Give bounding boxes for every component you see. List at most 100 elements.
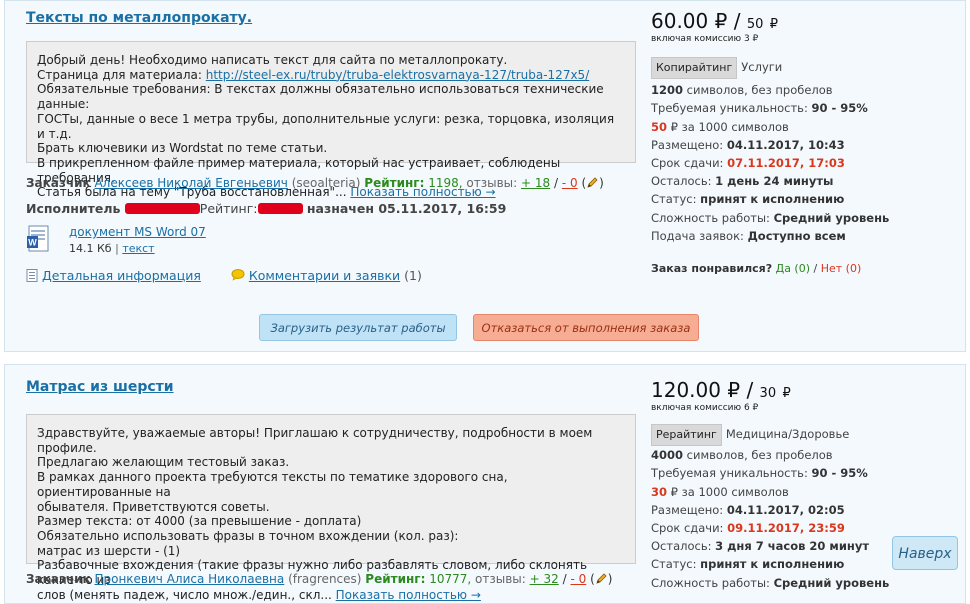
file-size: 14.1 Кб [69,242,112,255]
complexity-label: Сложность работы: [651,210,770,225]
reviews-label: отзывы: [475,572,526,586]
complexity-value: Средний уровень [773,210,890,225]
currency: ₽ [714,9,728,33]
commission: включая комиссию 6 ₽ [651,403,759,413]
remaining-label: Осталось: [651,539,712,554]
desc-line: Обязательно использовать фразы в точном … [37,528,459,543]
placed-value: 04.11.2017, 02:05 [726,502,845,517]
status-value: принят к исполнению [700,192,845,207]
file-text-link[interactable]: текст [122,242,154,255]
category-row: Рерайтинг Медицина/Здоровье [651,424,951,447]
desc-line: слов (менять падеж, число множ./един., с… [37,588,625,603]
price-author: 50 [746,17,764,32]
rating-label: Рейтинг: [365,572,426,586]
rating-value: 1198, [428,176,463,190]
liked-yes-link[interactable]: Да (0) [776,262,810,275]
chars-text: символов, без пробелов [686,448,833,463]
liked-row: Заказ понравился? Да (0) / Нет (0) [651,260,951,278]
pencil-icon[interactable] [595,572,608,585]
currency: ₽ [727,378,741,402]
customer-label: Заказчик [26,572,91,586]
scroll-top-button[interactable]: Наверх [892,536,958,570]
per1000-text: ₽ за 1000 символов [670,484,789,499]
customer-row: Заказчик Алексеев Николай Евгеньевич (se… [26,176,604,190]
remaining-label: Осталось: [651,174,712,189]
desc-line: Предлагаю желающим тестовый заказ. [37,455,290,470]
order-title[interactable]: Матрас из шерсти [26,379,174,395]
comments-link[interactable]: Комментарии и заявки [249,268,400,283]
order-card-2: Матрас из шерсти Здравствуйте, уважаемые… [4,364,966,604]
price-value: 120.00 [651,378,721,402]
order-title[interactable]: Тексты по металлопрокату. [26,10,252,26]
per1000-row: 30 ₽ за 1000 символов [651,483,951,501]
details-link[interactable]: Детальная информация [42,268,201,283]
details-icon [26,269,38,282]
desc-line: В рамках данного проекта требуются текст… [37,470,508,499]
currency: ₽ [782,386,791,401]
customer-login: (fragrences) [288,572,362,586]
upload-result-button[interactable]: Загрузить результат работы [259,314,457,341]
uniqueness-label: Требуемая уникальность: [651,466,808,481]
redacted-name [124,203,200,214]
reviews-positive-link[interactable]: + 32 [530,572,559,586]
desc-line: матрас из шерсти - (1) [37,543,181,558]
reviews-negative-link[interactable]: - 0 [562,176,578,190]
order-card-1: Тексты по металлопрокату. Добрый день! Н… [4,0,966,352]
reviews-separator: / [553,176,559,190]
per1000-row: 50 ₽ за 1000 символов [651,118,951,136]
placed-label: Размещено: [651,502,724,517]
per1000-text: ₽ за 1000 символов [670,119,789,134]
uniqueness-label: Требуемая уникальность: [651,101,808,116]
applications-label: Подача заявок: [651,228,744,243]
reviews-separator: / [562,572,567,586]
comment-bubble-icon [231,269,245,281]
deadline-row: Срок сдачи: 09.11.2017, 23:59 [651,519,951,537]
deadline-value: 09.11.2017, 23:59 [727,520,845,535]
file-name-row: документ MS Word 07 [69,225,206,239]
placed-label: Размещено: [651,137,724,152]
complexity-row: Сложность работы: Средний уровень [651,209,951,227]
customer-name-link[interactable]: Алексеев Николай Евгеньевич [94,176,287,190]
deadline-row: Срок сдачи: 07.11.2017, 17:03 [651,154,951,172]
deadline-label: Срок сдачи: [651,155,724,170]
paren: ) [607,572,613,586]
order-sidebar: 60.00 ₽ / 50 ₽ включая комиссию 3 ₽ Копи… [651,9,951,278]
customer-label: Заказчик [26,176,91,190]
category-sub: Медицина/Здоровье [725,427,850,441]
status-value: принят к исполнению [700,557,845,572]
price-value: 60.00 [651,9,709,33]
liked-no-link[interactable]: Нет (0) [821,262,862,275]
price: 60.00 ₽ / 50 ₽ [651,9,951,33]
paren: ) [599,176,604,190]
executor-rating-label: Рейтинг: [199,201,258,216]
category-badge: Рерайтинг [651,424,722,447]
links-row: Детальная информация Комментарии и заявк… [26,268,422,283]
file-download-link[interactable]: документ MS Word 07 [69,225,206,239]
pencil-icon[interactable] [586,176,599,189]
reviews-positive-link[interactable]: + 18 [521,176,550,190]
comments-count: (1) [404,268,422,283]
order-description: Добрый день! Необходимо написать текст д… [26,41,636,199]
chars-row: 4000 символов, без пробелов [651,446,951,464]
deadline-value: 07.11.2017, 17:03 [727,155,845,170]
placed-row: Размещено: 04.11.2017, 02:05 [651,501,951,519]
remaining-value: 1 день 24 минуты [715,174,834,189]
desc-line: Добрый день! Необходимо написать текст д… [37,53,508,67]
status-label: Статус: [651,192,697,207]
desc-line: Страница для материала: http://steel-ex.… [37,68,625,83]
material-url-link[interactable]: http://steel-ex.ru/truby/truba-elektrosv… [206,68,589,82]
placed-row: Размещено: 04.11.2017, 10:43 [651,136,951,154]
currency: ₽ [769,17,779,32]
chars-row: 1200 символов, без пробелов [651,81,951,99]
complexity-label: Сложность работы: [651,575,770,590]
customer-name-link[interactable]: Пронкевич Алиса Николаевна [94,572,284,586]
complexity-value: Средний уровень [773,575,890,590]
reviews-negative-link[interactable]: - 0 [570,572,586,586]
placed-value: 04.11.2017, 10:43 [726,137,845,152]
word-document-icon[interactable]: W [26,225,52,253]
uniqueness-value: 90 - 95% [811,466,868,481]
executor-label: Исполнитель [26,201,121,216]
desc-text: Страница для материала: [37,67,206,82]
refuse-order-button[interactable]: Отказаться от выполнения заказа [473,314,699,341]
chars-value: 1200 [651,83,684,98]
